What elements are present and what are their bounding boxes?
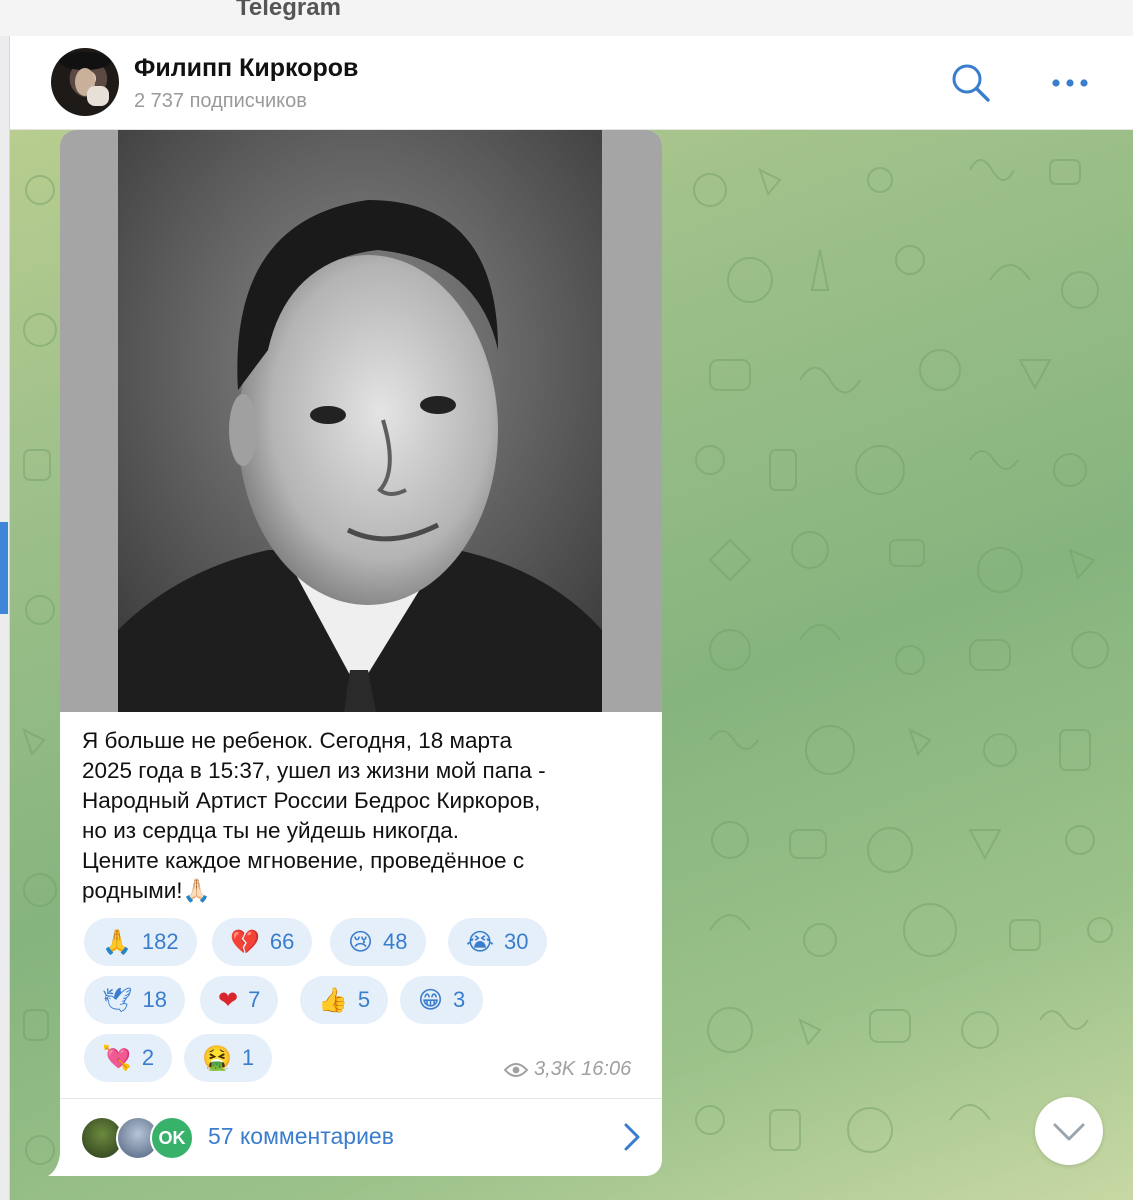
post-meta: 3,3K 16:06 bbox=[504, 1058, 631, 1081]
red-heart-icon: ❤ bbox=[218, 986, 239, 1014]
reaction-crying[interactable]: 😢 48 bbox=[330, 918, 426, 966]
search-icon bbox=[952, 64, 990, 102]
chevron-right-icon[interactable] bbox=[620, 1121, 644, 1153]
pray-icon: 🙏 bbox=[102, 928, 132, 956]
reaction-count: 5 bbox=[357, 987, 371, 1012]
reaction-count: 7 bbox=[248, 987, 261, 1012]
selected-chat-indicator bbox=[0, 522, 8, 614]
post-text-line: Цените каждое мгновение, проведённое с bbox=[82, 848, 525, 873]
app-title: Telegram bbox=[236, 0, 341, 21]
reaction-count: 2 bbox=[141, 1045, 155, 1070]
eye-icon bbox=[504, 1062, 528, 1077]
dove-icon: 🕊 bbox=[102, 986, 133, 1014]
reaction-count: 182 bbox=[141, 929, 179, 954]
search-button[interactable] bbox=[948, 60, 994, 106]
post-text-line: Народный Артист России Бедрос Киркоров, bbox=[82, 788, 541, 813]
post-photo[interactable] bbox=[60, 130, 662, 712]
reaction-broken-heart[interactable]: 💔 66 bbox=[212, 918, 313, 966]
more-options-button[interactable] bbox=[1046, 60, 1096, 106]
post-text-line: 2025 года в 15:37, ушел из жизни мой пап… bbox=[82, 758, 546, 783]
commenter-avatar: OK bbox=[150, 1116, 194, 1160]
reaction-thumbs-up[interactable]: 👍 5 bbox=[300, 976, 389, 1024]
channel-avatar[interactable] bbox=[51, 48, 119, 116]
post-time: 16:06 bbox=[581, 1058, 632, 1080]
reaction-count: 1 bbox=[241, 1045, 255, 1070]
reaction-count: 66 bbox=[269, 929, 295, 954]
chat-list-edge[interactable] bbox=[0, 36, 10, 1200]
broken-heart-icon: 💔 bbox=[230, 928, 260, 956]
heart-arrow-icon: 💘 bbox=[102, 1044, 132, 1072]
subscriber-count: 2 737 подписчиков bbox=[134, 90, 307, 112]
channel-post[interactable]: Я больше не ребенок. Сегодня, 18 марта 2… bbox=[60, 130, 662, 1176]
post-text: Я больше не ребенок. Сегодня, 18 марта 2… bbox=[82, 726, 642, 906]
view-count: 3,3K bbox=[534, 1058, 576, 1080]
post-text-line: родными!🙏🏻 bbox=[82, 878, 211, 903]
thumbs-up-icon: 👍 bbox=[318, 986, 348, 1014]
chevron-down-icon bbox=[1053, 1123, 1085, 1141]
reaction-heart[interactable]: ❤ 7 bbox=[200, 976, 279, 1024]
channel-header: Филипп Киркоров 2 737 подписчиков bbox=[10, 36, 1133, 130]
reaction-sobbing[interactable]: 😭 30 bbox=[448, 918, 547, 966]
window-titlebar: Telegram bbox=[0, 0, 1133, 36]
reaction-pray[interactable]: 🙏 182 bbox=[84, 918, 197, 966]
post-text-line: Я больше не ребенок. Сегодня, 18 марта bbox=[82, 728, 513, 753]
grinning-face-icon: 😁 bbox=[418, 986, 444, 1014]
more-dots-icon bbox=[1052, 79, 1088, 87]
reaction-heart-arrow[interactable]: 💘 2 bbox=[84, 1034, 173, 1082]
comments-count[interactable]: 57 комментариев bbox=[208, 1123, 394, 1150]
scroll-down-button[interactable] bbox=[1035, 1097, 1103, 1165]
reaction-grin[interactable]: 😁 3 bbox=[400, 976, 484, 1024]
reaction-vomit[interactable]: 🤮 1 bbox=[184, 1034, 273, 1082]
reaction-count: 48 bbox=[383, 929, 408, 954]
post-text-line: но из сердца ты не уйдешь никогда. bbox=[82, 818, 459, 843]
portrait-image bbox=[118, 130, 602, 712]
sobbing-face-icon: 😭 bbox=[466, 928, 495, 956]
reaction-count: 18 bbox=[142, 987, 167, 1012]
reaction-count: 30 bbox=[504, 929, 529, 954]
chat-area[interactable]: Я больше не ребенок. Сегодня, 18 марта 2… bbox=[10, 130, 1133, 1200]
vomiting-face-icon: 🤮 bbox=[202, 1044, 232, 1072]
channel-name[interactable]: Филипп Киркоров bbox=[134, 54, 358, 83]
crying-face-icon: 😢 bbox=[348, 928, 374, 956]
comments-bar[interactable]: OK 57 комментариев bbox=[60, 1099, 662, 1176]
reaction-dove[interactable]: 🕊 18 bbox=[84, 976, 185, 1024]
reaction-count: 3 bbox=[453, 987, 466, 1012]
